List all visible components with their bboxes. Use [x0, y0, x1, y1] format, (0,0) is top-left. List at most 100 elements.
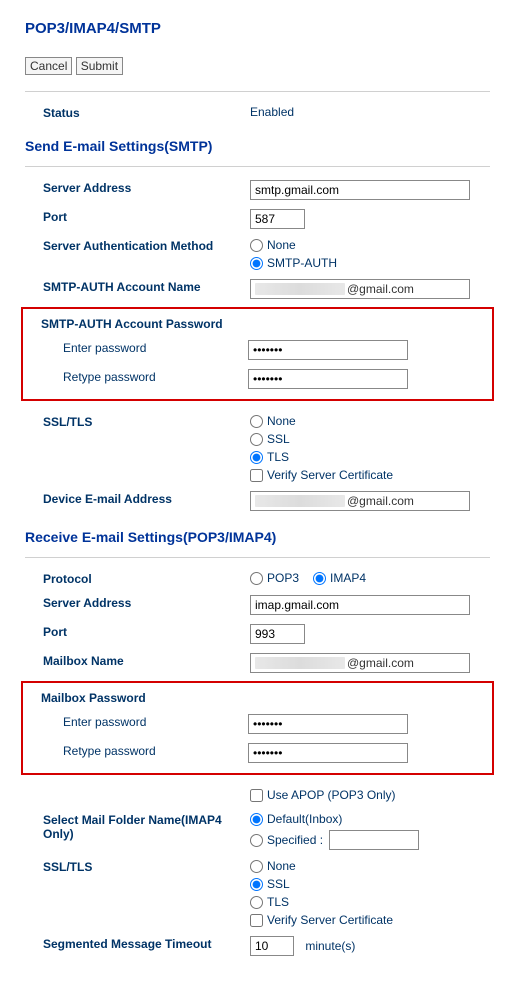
protocol-pop3-option[interactable]: POP3 — [250, 571, 299, 585]
protocol-label: Protocol — [25, 570, 250, 586]
smtp-retype-pw-row: Retype password — [23, 364, 492, 393]
smtp-account-name-input[interactable]: @gmail.com — [250, 279, 470, 299]
smtp-ssl-ssl-radio[interactable] — [250, 433, 263, 446]
protocol-imap4-radio[interactable] — [313, 572, 326, 585]
recv-ssl-none-label: None — [267, 859, 296, 873]
smtp-ssl-tls-radio[interactable] — [250, 451, 263, 464]
page-title: POP3/IMAP4/SMTP — [25, 20, 490, 37]
smtp-auth-smtpauth-radio[interactable] — [250, 257, 263, 270]
apop-spacer — [25, 787, 250, 789]
status-row: Status Enabled — [25, 100, 490, 124]
smtp-auth-none-radio[interactable] — [250, 239, 263, 252]
folder-specified-radio[interactable] — [250, 834, 263, 847]
mailbox-name-label: Mailbox Name — [25, 652, 250, 668]
smtp-account-name-row: SMTP-AUTH Account Name @gmail.com — [25, 274, 490, 303]
folder-row: Select Mail Folder Name(IMAP4 Only) Defa… — [25, 807, 490, 854]
timeout-row: Segmented Message Timeout minute(s) — [25, 931, 490, 960]
submit-button[interactable]: Submit — [76, 57, 123, 75]
recv-ssl-ssl-label: SSL — [267, 877, 290, 891]
folder-default-radio[interactable] — [250, 813, 263, 826]
recv-port-label: Port — [25, 623, 250, 639]
device-email-suffix: @gmail.com — [345, 494, 469, 508]
button-row: Cancel Submit — [25, 57, 490, 75]
timeout-unit: minute(s) — [297, 939, 355, 953]
apop-checkbox[interactable] — [250, 789, 263, 802]
protocol-imap4-label: IMAP4 — [330, 571, 366, 585]
recv-ssl-ssl-radio[interactable] — [250, 878, 263, 891]
smtp-ssl-label: SSL/TLS — [25, 413, 250, 429]
folder-specified-option[interactable]: Specified : — [250, 833, 323, 847]
smtp-enter-pw-label: Enter password — [23, 339, 248, 355]
mailbox-retype-pw-label: Retype password — [23, 742, 248, 758]
protocol-imap4-option[interactable]: IMAP4 — [313, 571, 366, 585]
divider — [25, 557, 490, 558]
smtp-account-name-label: SMTP-AUTH Account Name — [25, 278, 250, 294]
recv-port-input[interactable] — [250, 624, 305, 644]
device-email-label: Device E-mail Address — [25, 490, 250, 506]
smtp-retype-pw-input[interactable] — [248, 369, 408, 389]
protocol-pop3-label: POP3 — [267, 571, 299, 585]
recv-ssl-tls-option[interactable]: TLS — [250, 895, 490, 909]
redacted-text — [255, 657, 345, 669]
smtp-port-label: Port — [25, 208, 250, 224]
smtp-auth-none-option[interactable]: None — [250, 238, 490, 252]
mailbox-name-suffix: @gmail.com — [345, 656, 469, 670]
mailbox-enter-pw-input[interactable] — [248, 714, 408, 734]
mailbox-name-row: Mailbox Name @gmail.com — [25, 648, 490, 677]
smtp-verify-cert-option[interactable]: Verify Server Certificate — [250, 468, 490, 482]
smtp-ssl-ssl-option[interactable]: SSL — [250, 432, 490, 446]
smtp-auth-label: Server Authentication Method — [25, 237, 250, 253]
recv-ssl-none-option[interactable]: None — [250, 859, 490, 873]
redacted-text — [255, 495, 345, 507]
redacted-text — [255, 283, 345, 295]
smtp-verify-cert-checkbox[interactable] — [250, 469, 263, 482]
smtp-ssl-tls-option[interactable]: TLS — [250, 450, 490, 464]
smtp-ssl-tls-label: TLS — [267, 450, 289, 464]
smtp-ssl-row: SSL/TLS None SSL TLS Verify Server Certi… — [25, 409, 490, 486]
recv-server-row: Server Address — [25, 590, 490, 619]
smtp-password-highlight: SMTP-AUTH Account Password Enter passwor… — [21, 307, 494, 401]
smtp-ssl-ssl-label: SSL — [267, 432, 290, 446]
smtp-ssl-none-option[interactable]: None — [250, 414, 490, 428]
smtp-password-header: SMTP-AUTH Account Password — [23, 313, 492, 335]
apop-option[interactable]: Use APOP (POP3 Only) — [250, 788, 490, 802]
timeout-label: Segmented Message Timeout — [25, 935, 250, 951]
divider — [25, 166, 490, 167]
smtp-auth-smtpauth-option[interactable]: SMTP-AUTH — [250, 256, 490, 270]
smtp-server-label: Server Address — [25, 179, 250, 195]
cancel-button[interactable]: Cancel — [25, 57, 72, 75]
smtp-account-suffix: @gmail.com — [345, 282, 469, 296]
protocol-pop3-radio[interactable] — [250, 572, 263, 585]
recv-ssl-ssl-option[interactable]: SSL — [250, 877, 490, 891]
smtp-ssl-none-radio[interactable] — [250, 415, 263, 428]
recv-verify-cert-checkbox[interactable] — [250, 914, 263, 927]
folder-default-label: Default(Inbox) — [267, 812, 342, 826]
status-value: Enabled — [250, 104, 490, 119]
device-email-input[interactable]: @gmail.com — [250, 491, 470, 511]
folder-default-option[interactable]: Default(Inbox) — [250, 812, 490, 826]
protocol-row: Protocol POP3 IMAP4 — [25, 566, 490, 590]
mailbox-retype-pw-row: Retype password — [23, 738, 492, 767]
smtp-enter-pw-input[interactable] — [248, 340, 408, 360]
apop-row: Use APOP (POP3 Only) — [25, 783, 490, 807]
smtp-auth-smtpauth-label: SMTP-AUTH — [267, 256, 337, 270]
recv-verify-cert-option[interactable]: Verify Server Certificate — [250, 913, 490, 927]
timeout-input[interactable] — [250, 936, 294, 956]
recv-ssl-tls-label: TLS — [267, 895, 289, 909]
folder-specified-input[interactable] — [329, 830, 419, 850]
smtp-ssl-none-label: None — [267, 414, 296, 428]
recv-server-input[interactable] — [250, 595, 470, 615]
apop-label: Use APOP (POP3 Only) — [267, 788, 396, 802]
smtp-retype-pw-label: Retype password — [23, 368, 248, 384]
mailbox-enter-pw-row: Enter password — [23, 709, 492, 738]
mailbox-name-input[interactable]: @gmail.com — [250, 653, 470, 673]
recv-ssl-tls-radio[interactable] — [250, 896, 263, 909]
smtp-port-input[interactable] — [250, 209, 305, 229]
recv-ssl-none-radio[interactable] — [250, 860, 263, 873]
recv-ssl-row: SSL/TLS None SSL TLS Verify Server Certi… — [25, 854, 490, 931]
mailbox-enter-pw-label: Enter password — [23, 713, 248, 729]
mailbox-password-header: Mailbox Password — [23, 687, 492, 709]
mailbox-retype-pw-input[interactable] — [248, 743, 408, 763]
smtp-server-input[interactable] — [250, 180, 470, 200]
device-email-row: Device E-mail Address @gmail.com — [25, 486, 490, 515]
